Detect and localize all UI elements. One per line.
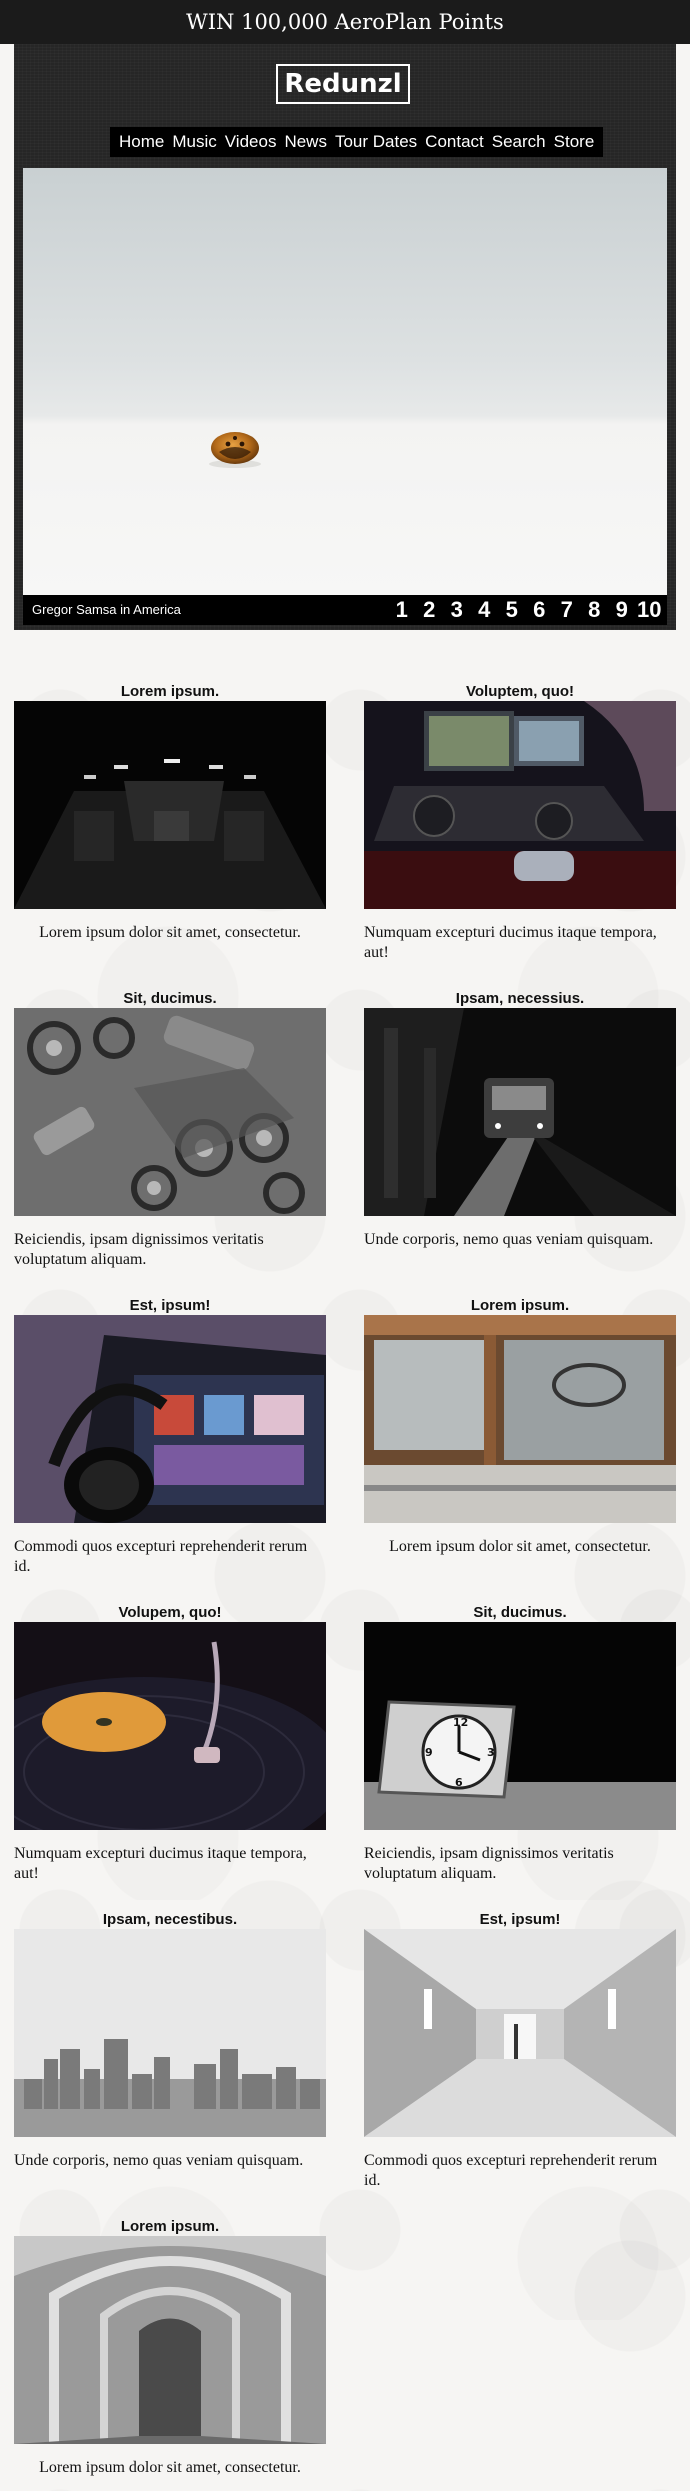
ladybug-photo xyxy=(209,432,261,468)
promo-banner[interactable]: WIN 100,000 AeroPlan Points xyxy=(0,0,690,44)
svg-text:9: 9 xyxy=(425,1746,433,1759)
card: Est, ipsum! Commodi quos excepturi repre… xyxy=(364,1911,676,2191)
slide-caption: Gregor Samsa in America xyxy=(32,602,181,617)
card: Volupem, quo! Numquam excepturi ducimus … xyxy=(14,1604,326,1884)
vinyl-record-photo xyxy=(14,1622,326,1830)
card-image[interactable] xyxy=(14,1622,326,1830)
card-text: Reiciendis, ipsam dignissimos veritatis … xyxy=(14,1231,264,1268)
card-image[interactable]: 12 3 6 9 xyxy=(364,1622,676,1830)
card-text: Commodi quos excepturi reprehenderit rer… xyxy=(14,1538,308,1575)
card-text: Reiciendis, ipsam dignissimos veritatis … xyxy=(364,1845,614,1882)
card-text: Commodi quos excepturi reprehenderit rer… xyxy=(364,2152,658,2189)
hallway-photo xyxy=(364,1929,676,2137)
slide-page-10[interactable]: 10 xyxy=(636,595,664,625)
city-skyline-photo xyxy=(14,1929,326,2137)
card-image[interactable] xyxy=(14,1315,326,1523)
card-title[interactable]: Ipsam, necestibus. xyxy=(14,1911,326,1929)
card-text: Unde corporis, nemo quas veniam quisquam… xyxy=(14,2152,304,2169)
card-title[interactable]: Ipsam, necessius. xyxy=(364,990,676,1008)
slide-page-4[interactable]: 4 xyxy=(471,595,499,625)
slider-caption-bar: Gregor Samsa in America 1 2 3 4 5 6 7 8 … xyxy=(23,595,667,625)
cloister-arches-photo xyxy=(14,2236,326,2444)
nav-news[interactable]: News xyxy=(280,127,331,157)
nav-search[interactable]: Search xyxy=(488,127,550,157)
slide-page-6[interactable]: 6 xyxy=(526,595,554,625)
card-title[interactable]: Volupem, quo! xyxy=(14,1604,326,1622)
card-title[interactable]: Est, ipsum! xyxy=(14,1297,326,1315)
card-image[interactable] xyxy=(364,1315,676,1523)
card-image[interactable] xyxy=(14,2236,326,2444)
subway-train-photo xyxy=(364,1008,676,1216)
vintage-car-photo xyxy=(364,1315,676,1523)
nav-videos[interactable]: Videos xyxy=(221,127,281,157)
hero-slide-image[interactable] xyxy=(23,168,667,595)
card: Ipsam, necestibus. Unde corporis, nemo q… xyxy=(14,1911,326,2171)
nav-music[interactable]: Music xyxy=(168,127,220,157)
card: Sit, ducimus. 12 3 6 9 Reiciendis, ipsam d… xyxy=(364,1604,676,1884)
site-header: Redunzl Home Music Videos News Tour Date… xyxy=(14,44,676,630)
slide-page-5[interactable]: 5 xyxy=(498,595,526,625)
card: Lorem ipsum. Lorem ipsum dolor sit amet,… xyxy=(14,683,326,943)
dj-laptop-photo xyxy=(364,701,676,909)
card-image[interactable] xyxy=(364,701,676,909)
card-title[interactable]: Lorem ipsum. xyxy=(14,2218,326,2236)
card: Lorem ipsum. Lorem ipsum dolor sit amet,… xyxy=(364,1297,676,1557)
card-image[interactable] xyxy=(14,1008,326,1216)
svg-text:3: 3 xyxy=(487,1746,495,1759)
card-text: Lorem ipsum dolor sit amet, consectetur. xyxy=(39,924,301,941)
slide-page-9[interactable]: 9 xyxy=(608,595,636,625)
card-image[interactable] xyxy=(364,1008,676,1216)
card: Est, ipsum! Commodi quos excepturi repre… xyxy=(14,1297,326,1577)
slide-page-8[interactable]: 8 xyxy=(581,595,609,625)
card-image[interactable] xyxy=(364,1929,676,2137)
slide-page-1[interactable]: 1 xyxy=(388,595,416,625)
slide-page-3[interactable]: 3 xyxy=(443,595,471,625)
card-title[interactable]: Sit, ducimus. xyxy=(364,1604,676,1622)
headphones-screen-photo xyxy=(14,1315,326,1523)
card-text: Lorem ipsum dolor sit amet, consectetur. xyxy=(389,1538,651,1555)
nav-store[interactable]: Store xyxy=(550,127,599,157)
alarm-clock-photo: 12 3 6 9 xyxy=(364,1622,676,1830)
nav-tour-dates[interactable]: Tour Dates xyxy=(331,127,421,157)
site-logo[interactable]: Redunzl xyxy=(276,64,410,104)
card-text: Numquam excepturi ducimus itaque tempora… xyxy=(14,1845,307,1882)
slide-pager: 1 2 3 4 5 6 7 8 9 10 xyxy=(388,595,663,625)
card-title[interactable]: Voluptem, quo! xyxy=(364,683,676,701)
card-title[interactable]: Est, ipsum! xyxy=(364,1911,676,1929)
dark-tunnel-photo xyxy=(14,701,326,909)
card-text: Numquam excepturi ducimus itaque tempora… xyxy=(364,924,657,961)
svg-text:6: 6 xyxy=(455,1776,463,1789)
nav-home[interactable]: Home xyxy=(115,127,168,157)
nav-contact[interactable]: Contact xyxy=(421,127,488,157)
card: Voluptem, quo! Numquam excepturi ducimus… xyxy=(364,683,676,963)
card-text: Unde corporis, nemo quas veniam quisquam… xyxy=(364,1231,654,1248)
card-title[interactable]: Lorem ipsum. xyxy=(364,1297,676,1315)
card-title[interactable]: Lorem ipsum. xyxy=(14,683,326,701)
card: Sit, ducimus. Reiciendis, ipsam dignissi… xyxy=(14,990,326,1270)
main-nav: Home Music Videos News Tour Dates Contac… xyxy=(110,127,604,157)
card-image[interactable] xyxy=(14,701,326,909)
card-image[interactable] xyxy=(14,1929,326,2137)
slide-page-7[interactable]: 7 xyxy=(553,595,581,625)
card-title[interactable]: Sit, ducimus. xyxy=(14,990,326,1008)
card: Ipsam, necessius. Unde corporis, nemo qu… xyxy=(364,990,676,1250)
card: Lorem ipsum. Lorem ipsum dolor sit amet,… xyxy=(14,2218,326,2478)
slide-page-2[interactable]: 2 xyxy=(416,595,444,625)
card-text: Lorem ipsum dolor sit amet, consectetur. xyxy=(39,2459,301,2476)
svg-text:12: 12 xyxy=(453,1716,468,1729)
gears-photo xyxy=(14,1008,326,1216)
